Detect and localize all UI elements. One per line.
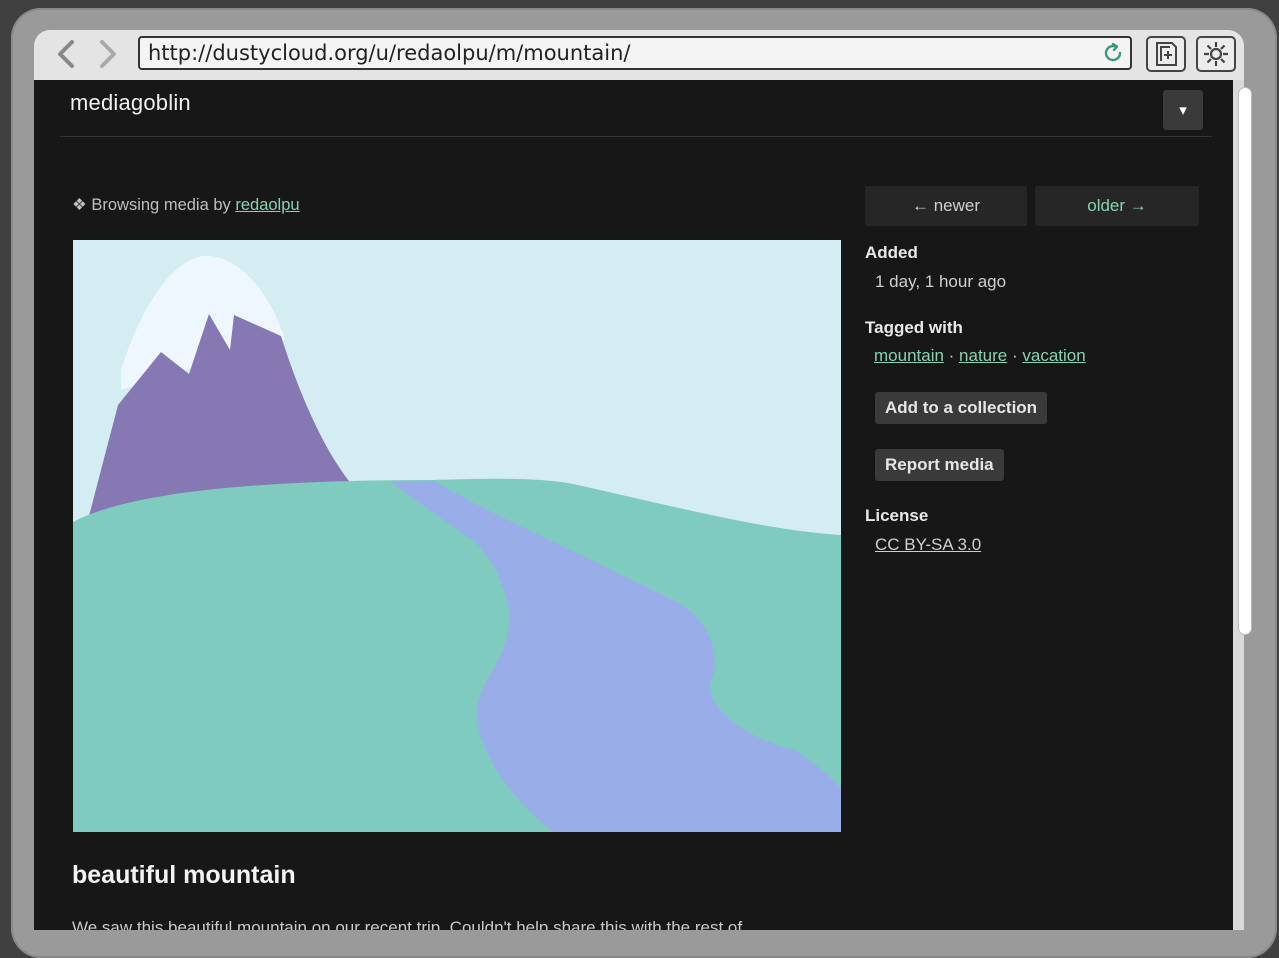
page-viewport: mediagoblin ▾ ❖ Browsing media by redaol… bbox=[34, 80, 1233, 930]
header-divider bbox=[60, 136, 1212, 137]
license-link[interactable]: CC BY-SA 3.0 bbox=[875, 535, 981, 555]
browser-toolbar: http://dustycloud.org/u/redaolpu/m/mount… bbox=[34, 30, 1244, 80]
gear-icon bbox=[1204, 42, 1228, 66]
tag-list: mountain · nature · vacation bbox=[874, 346, 1086, 366]
reload-icon bbox=[1104, 42, 1122, 62]
tag-separator: · bbox=[1007, 346, 1023, 365]
media-image[interactable] bbox=[73, 240, 841, 832]
add-to-collection-button[interactable]: Add to a collection bbox=[875, 392, 1048, 424]
settings-button[interactable] bbox=[1196, 36, 1236, 72]
tag-link[interactable]: nature bbox=[959, 346, 1007, 365]
tag-link[interactable]: mountain bbox=[874, 346, 944, 365]
older-button[interactable]: older → bbox=[1035, 186, 1199, 226]
reload-button[interactable] bbox=[1098, 38, 1128, 68]
site-logo[interactable]: mediagoblin bbox=[70, 90, 191, 116]
tag-separator: · bbox=[943, 346, 960, 365]
chevron-right-icon bbox=[100, 40, 116, 68]
license-label: License bbox=[865, 506, 929, 525]
newer-button[interactable]: ← newer bbox=[865, 186, 1027, 226]
url-input[interactable]: http://dustycloud.org/u/redaolpu/m/mount… bbox=[138, 36, 1132, 70]
new-tab-button[interactable] bbox=[1146, 36, 1186, 72]
chevron-left-icon bbox=[58, 40, 74, 68]
tag-link[interactable]: vacation bbox=[1022, 346, 1085, 365]
added-label: Added bbox=[865, 243, 918, 262]
header-dropdown-button[interactable]: ▾ bbox=[1163, 90, 1203, 130]
add-page-icon bbox=[1156, 42, 1177, 66]
breadcrumb: ❖ Browsing media by redaolpu bbox=[72, 195, 300, 215]
report-media-button[interactable]: Report media bbox=[875, 449, 1004, 481]
added-value: 1 day, 1 hour ago bbox=[875, 272, 1007, 291]
back-button[interactable] bbox=[52, 36, 80, 72]
media-description: We saw this beautiful mountain on our re… bbox=[72, 918, 743, 930]
media-title: beautiful mountain bbox=[72, 861, 296, 889]
tagged-label: Tagged with bbox=[865, 318, 963, 337]
user-link[interactable]: redaolpu bbox=[235, 196, 299, 214]
scrollbar-thumb[interactable] bbox=[1239, 88, 1251, 634]
url-text: http://dustycloud.org/u/redaolpu/m/mount… bbox=[148, 41, 631, 65]
forward-button[interactable] bbox=[94, 36, 122, 72]
breadcrumb-prefix: ❖ Browsing media by bbox=[72, 196, 236, 214]
